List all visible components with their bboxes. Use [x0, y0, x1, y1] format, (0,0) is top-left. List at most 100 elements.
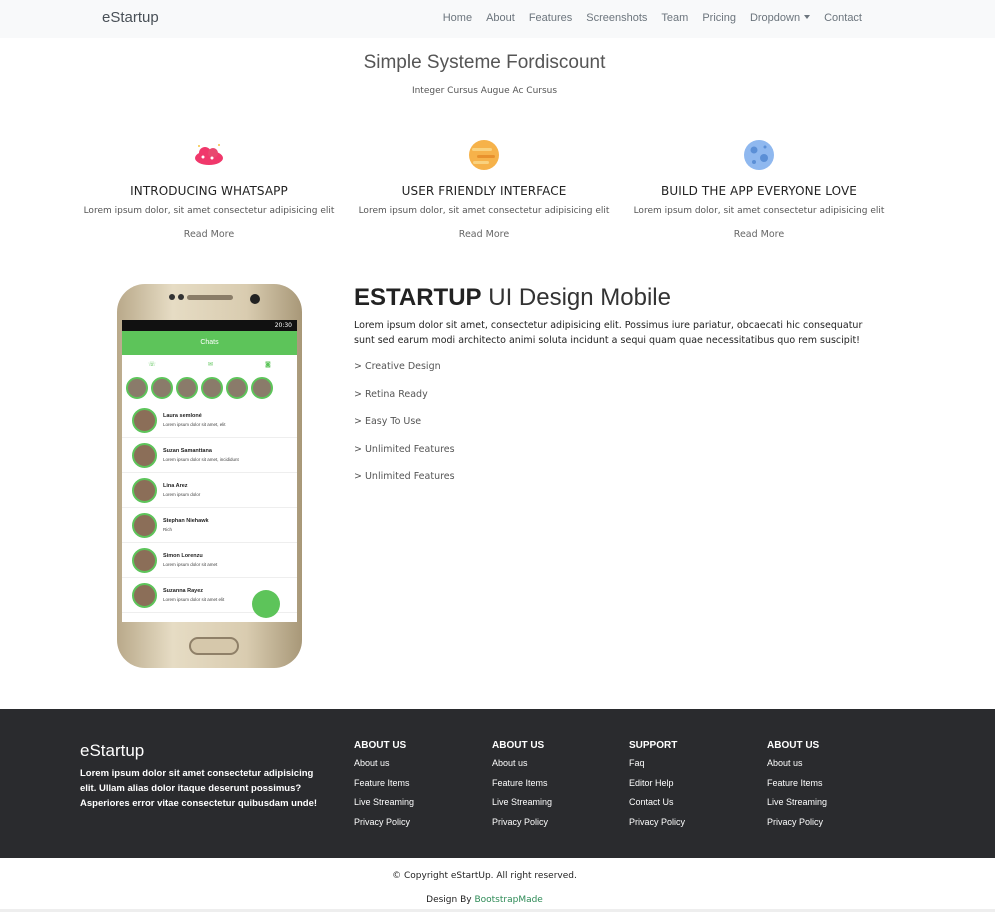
camera-icon: ◙	[265, 360, 271, 368]
chat-row: Lina Arez Lorem ipsum dolor	[122, 473, 297, 508]
footer-column: SUPPORT Faq Editor Help Contact Us Priva…	[629, 740, 685, 836]
chat-message: Lorem ipsum dolor sit amet, elit	[163, 422, 226, 427]
phone-sensor	[178, 294, 184, 300]
list-item: > Unlimited Features	[354, 471, 455, 499]
list-item-label: Retina Ready	[364, 388, 428, 400]
about-title-light: UI Design Mobile	[488, 284, 671, 311]
chevron-right-icon: >	[354, 361, 362, 372]
footer-link[interactable]: About us	[492, 758, 552, 778]
feature-title: INTRODUCING WHATSAPP	[130, 184, 288, 198]
phone-camera	[250, 294, 260, 304]
footer-link[interactable]: Live Streaming	[767, 797, 827, 817]
footer-link[interactable]: Privacy Policy	[492, 817, 552, 837]
footer-link[interactable]: Feature Items	[767, 778, 827, 798]
feature-text: Lorem ipsum dolor, sit amet consectetur …	[633, 206, 885, 216]
footer-link[interactable]: Feature Items	[354, 778, 414, 798]
avatar	[132, 512, 157, 538]
bootstrapmade-link[interactable]: BootstrapMade	[474, 895, 542, 905]
avatar	[132, 442, 157, 468]
chat-message: Lorem ipsum dolor sit amet	[163, 562, 218, 567]
nav-screenshots[interactable]: Screenshots	[586, 12, 647, 24]
footer-link[interactable]: Feature Items	[492, 778, 552, 798]
footer-column: ABOUT US About us Feature Items Live Str…	[767, 740, 827, 836]
brand-logo[interactable]: eStartup	[102, 9, 159, 26]
chat-row: Laura semloné Lorem ipsum dolor sit amet,…	[122, 403, 297, 438]
footer-text: Lorem ipsum dolor sit amet consectetur a…	[80, 768, 318, 809]
read-more-link[interactable]: Read More	[629, 229, 889, 240]
footer-column-title: ABOUT US	[767, 740, 820, 751]
footer-link[interactable]: Editor Help	[629, 778, 685, 798]
hero-title: Simple Systeme Fordiscount	[363, 52, 606, 73]
phone-speaker	[187, 295, 233, 300]
read-more-link[interactable]: Read More	[354, 229, 614, 240]
avatar	[132, 477, 157, 503]
chat-name: Simon Lorenzu	[163, 553, 203, 559]
list-item: > Retina Ready	[354, 389, 455, 417]
footer-link[interactable]: About us	[767, 758, 827, 778]
copyright-text: © Copyright eStartUp. All right reserved…	[392, 871, 577, 881]
nav-links: Home About Features Screenshots Team Pri…	[443, 12, 862, 24]
footer-link[interactable]: Faq	[629, 758, 685, 778]
list-item-label: Unlimited Features	[364, 443, 455, 455]
chat-name: Laura semloné	[163, 413, 202, 419]
footer-column: ABOUT US About us Feature Items Live Str…	[354, 740, 414, 836]
chat-message: Lorem ipsum dolor sit amet elit	[163, 597, 225, 602]
chat-message: Rich	[163, 527, 173, 532]
phone-mockup-image: 20:30 Chats ☏ ✉ ◙ Laura semloné Lorem ips…	[117, 284, 302, 668]
feature-text: Lorem ipsum dolor, sit amet consectetur …	[83, 206, 335, 216]
footer-link[interactable]: About us	[354, 758, 414, 778]
footer-column-title: ABOUT US	[492, 740, 545, 751]
chat-name: Stephan Niehawk	[163, 518, 209, 524]
chat-row: Stephan Niehawk Rich	[122, 508, 297, 543]
feature-card: BUILD THE APP EVERYONE LOVE Lorem ipsum …	[629, 138, 889, 240]
chevron-right-icon: >	[354, 416, 362, 427]
about-title: ESTARTUP UI Design Mobile	[354, 284, 671, 312]
nav-features[interactable]: Features	[529, 12, 572, 24]
footer-column-title: ABOUT US	[354, 740, 407, 751]
about-title-bold: ESTARTUP	[354, 284, 482, 311]
nav-pricing[interactable]: Pricing	[702, 12, 736, 24]
feature-text: Lorem ipsum dolor, sit amet consectetur …	[358, 206, 610, 216]
footer-link[interactable]: Live Streaming	[354, 797, 414, 817]
feature-title: USER FRIENDLY INTERFACE	[401, 184, 567, 198]
list-item-label: Creative Design	[364, 361, 441, 372]
footer-link[interactable]: Privacy Policy	[629, 817, 685, 837]
phone-app-bar: Chats	[122, 331, 297, 355]
footer-brand: eStartup	[80, 741, 145, 760]
navbar: eStartup Home About Features Screenshots…	[0, 0, 995, 38]
chat-name: Suzanna Rayez	[163, 588, 204, 594]
moon-icon	[742, 138, 776, 172]
read-more-link[interactable]: Read More	[79, 229, 339, 240]
phone-stories	[122, 373, 297, 403]
list-item: > Easy To Use	[354, 416, 455, 444]
nav-dropdown[interactable]: Dropdown	[750, 12, 811, 24]
footer-link[interactable]: Contact Us	[629, 797, 685, 817]
design-credit: Design By BootstrapMade	[0, 895, 969, 905]
avatar	[132, 547, 157, 573]
footer-link[interactable]: Privacy Policy	[354, 817, 414, 837]
about-feature-list: > Creative Design > Retina Ready > Easy To …	[354, 361, 455, 499]
chat-message: Lorem ipsum dolor sit amet, incididunt	[163, 457, 239, 462]
footer-link[interactable]: Privacy Policy	[767, 817, 827, 837]
feature-title: BUILD THE APP EVERYONE LOVE	[661, 184, 857, 198]
chat-row: Simon Lorenzu Lorem ipsum dolor sit amet	[122, 543, 297, 578]
nav-contact[interactable]: Contact	[824, 12, 862, 24]
feature-card: USER FRIENDLY INTERFACE Lorem ipsum dolo…	[354, 138, 614, 240]
phone-sensor	[169, 294, 175, 300]
chevron-right-icon: >	[354, 471, 362, 482]
nav-team[interactable]: Team	[661, 12, 688, 24]
nav-about[interactable]: About	[486, 12, 515, 24]
feature-card: INTRODUCING WHATSAPP Lorem ipsum dolor, …	[79, 138, 339, 240]
phone-status-bar: 20:30	[122, 320, 297, 331]
avatar	[132, 582, 157, 608]
avatar	[132, 407, 157, 433]
footer-link[interactable]: Live Streaming	[492, 797, 552, 817]
chat-name: Lina Arez	[163, 483, 188, 489]
list-item: > Unlimited Features	[354, 444, 455, 472]
list-item: > Creative Design	[354, 361, 455, 389]
new-chat-fab-icon	[252, 590, 280, 618]
chat-row: Suzan Samanttana Lorem ipsum dolor sit am…	[122, 438, 297, 473]
nav-home[interactable]: Home	[443, 12, 472, 24]
hero-subtitle: Integer Cursus Augue Ac Cursus	[411, 86, 558, 96]
chevron-right-icon: >	[354, 443, 362, 455]
